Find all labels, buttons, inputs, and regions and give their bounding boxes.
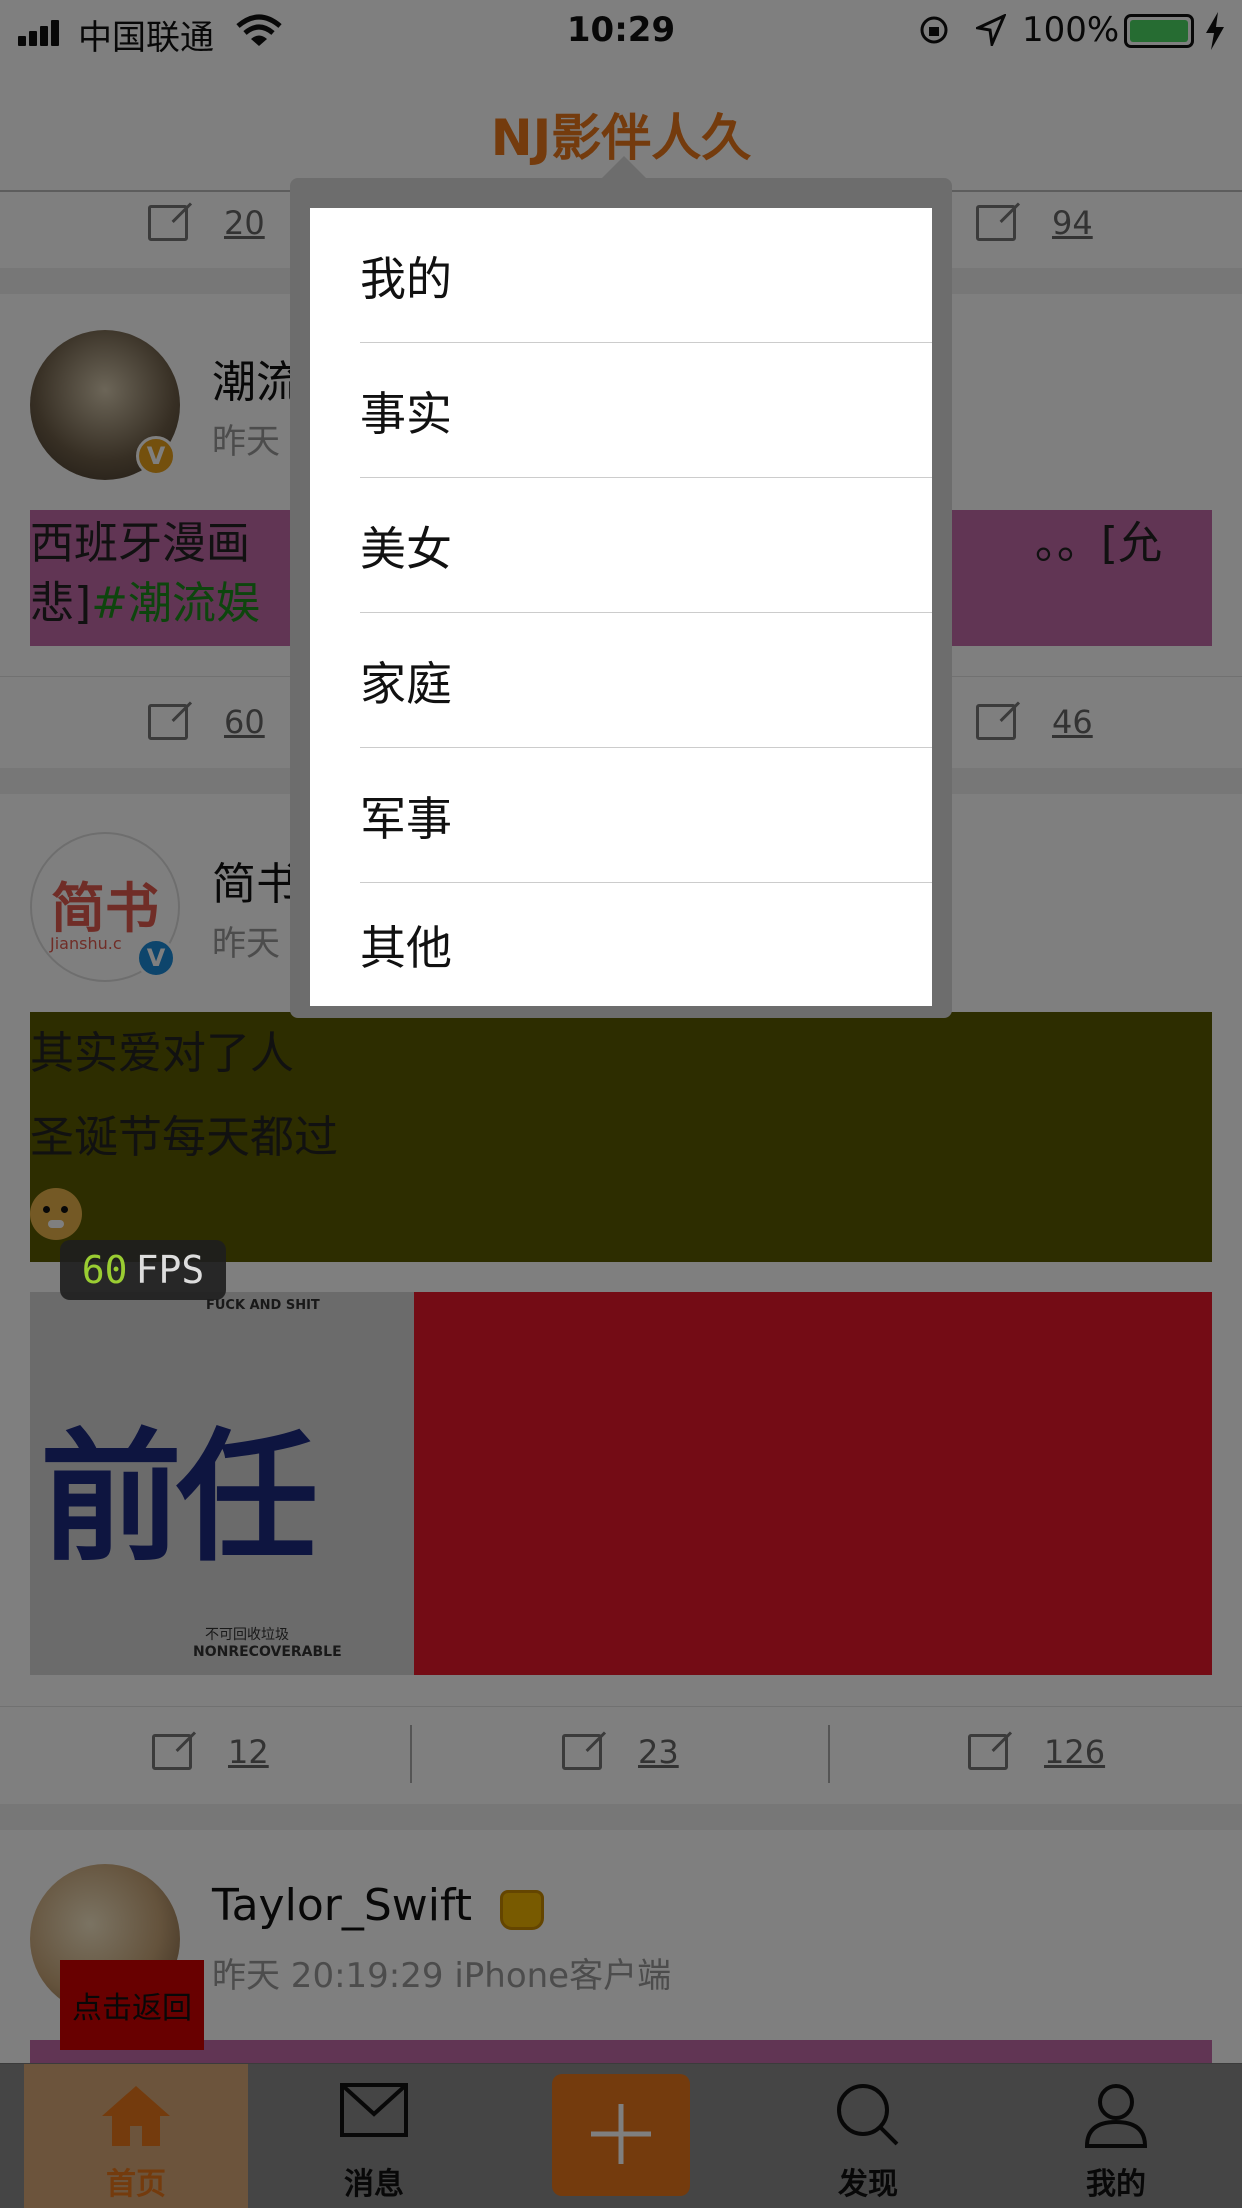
fps-unit: FPS <box>135 1248 205 1292</box>
menu-item-beauty[interactable]: 美女 <box>310 478 932 613</box>
menu-item-label: 军事 <box>360 791 452 846</box>
menu-item-other[interactable]: 其他 <box>310 883 932 1006</box>
menu-item-family[interactable]: 家庭 <box>310 613 932 748</box>
menu-item-label: 美女 <box>360 521 452 576</box>
menu-item-label: 其他 <box>360 920 452 975</box>
menu-item-label: 我的 <box>360 251 452 306</box>
menu-item-label: 事实 <box>360 386 452 441</box>
category-popover: 我的 事实 美女 家庭 军事 其他 <box>290 178 952 1018</box>
popover-arrow <box>602 156 646 178</box>
menu-item-mine[interactable]: 我的 <box>310 208 932 343</box>
category-menu: 我的 事实 美女 家庭 军事 其他 <box>310 208 932 1006</box>
menu-item-military[interactable]: 军事 <box>310 748 932 883</box>
menu-item-label: 家庭 <box>360 656 452 711</box>
fps-value: 60 <box>81 1248 128 1292</box>
app-root: 中国联通 10:29 100% NJ影伴人久 20 <box>0 0 1242 2208</box>
menu-item-facts[interactable]: 事实 <box>310 343 932 478</box>
fps-indicator: 60 FPS <box>60 1240 226 1300</box>
